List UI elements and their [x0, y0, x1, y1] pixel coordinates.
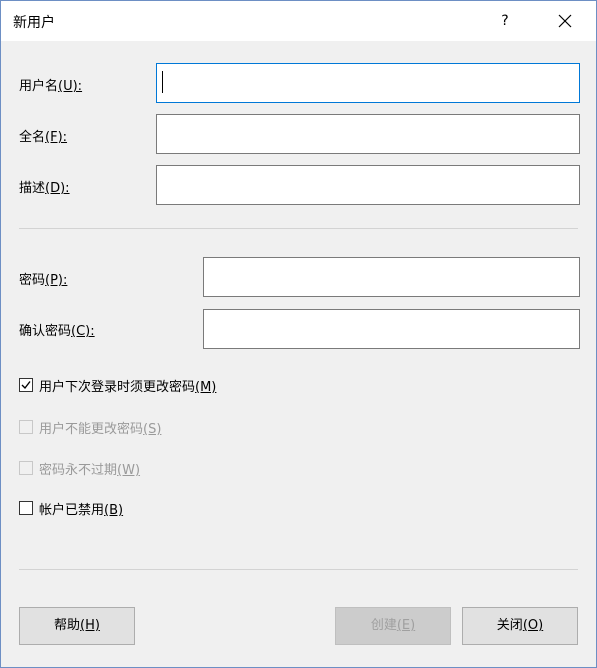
cannot-change-password-label: 用户不能更改密码(S) — [39, 422, 162, 437]
password-label: 密码(P): — [19, 273, 68, 288]
confirm-password-mnemonic: (C): — [71, 324, 95, 339]
help-button[interactable]: 帮助(H) — [19, 607, 135, 645]
password-mnemonic: (P): — [45, 273, 68, 288]
checkmark-icon — [21, 381, 31, 390]
separator-bottom — [19, 569, 578, 570]
description-input[interactable] — [156, 165, 580, 205]
fullname-mnemonic: (F): — [45, 130, 68, 145]
close-icon — [558, 14, 572, 28]
password-never-expires-label: 密码永不过期(W) — [39, 463, 141, 478]
description-mnemonic: (D): — [45, 181, 70, 196]
close-window-button[interactable] — [553, 9, 577, 33]
create-button[interactable]: 创建(E) — [335, 607, 451, 645]
checkbox-box — [19, 501, 33, 515]
must-change-password-label: 用户下次登录时须更改密码(M) — [39, 380, 217, 395]
text-caret — [162, 71, 163, 93]
confirm-password-label: 确认密码(C): — [19, 324, 95, 339]
close-button[interactable]: 关闭(O) — [462, 607, 578, 645]
dialog-title: 新用户 — [13, 15, 55, 31]
checkbox-box — [19, 378, 33, 392]
description-label: 描述(D): — [19, 181, 70, 196]
fullname-input[interactable] — [156, 114, 580, 154]
checkbox-box — [19, 461, 33, 475]
username-input[interactable] — [156, 63, 580, 103]
username-label: 用户名(U): — [19, 79, 83, 94]
checkbox-box — [19, 420, 33, 434]
confirm-password-input[interactable] — [203, 309, 580, 349]
help-question-button[interactable]: ? — [493, 9, 517, 33]
password-input[interactable] — [203, 257, 580, 297]
username-mnemonic: (U): — [58, 79, 83, 94]
separator-top — [19, 228, 578, 229]
title-bar: 新用户 ? — [1, 1, 596, 41]
new-user-dialog: 新用户 ? 用户名(U): 全名(F): 描述(D): 密码(P): 确认密码(… — [0, 0, 597, 668]
account-disabled-label: 帐户已禁用(B) — [39, 503, 124, 518]
fullname-label: 全名(F): — [19, 130, 68, 145]
